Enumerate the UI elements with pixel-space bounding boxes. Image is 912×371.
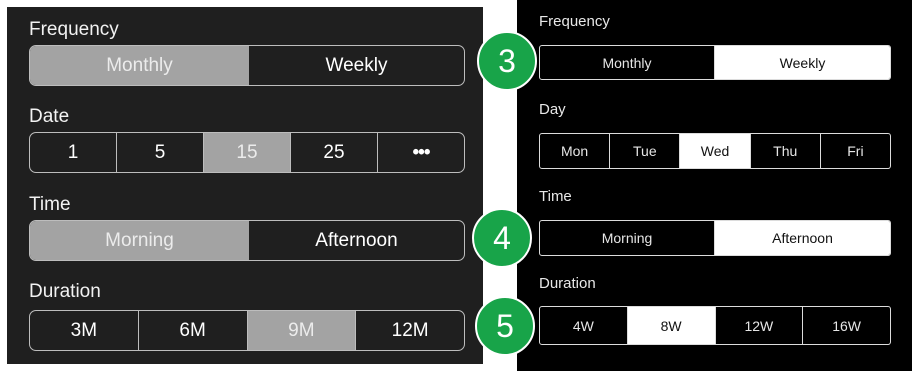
time-option-morning[interactable]: Morning [540, 221, 715, 255]
duration-option-3m[interactable]: 3M [30, 311, 139, 350]
date-more-button[interactable]: ••• [378, 133, 464, 172]
duration-option-12m[interactable]: 12M [356, 311, 464, 350]
frequency-selector: Monthly Weekly [539, 45, 891, 80]
duration-selector: 4W 8W 12W 16W [539, 306, 891, 345]
time-label: Time [29, 194, 71, 215]
time-label: Time [539, 188, 572, 205]
frequency-option-monthly[interactable]: Monthly [540, 46, 715, 79]
step-badge-3: 3 [477, 31, 537, 91]
day-option-wed[interactable]: Wed [680, 134, 751, 168]
time-option-afternoon[interactable]: Afternoon [249, 221, 464, 260]
weekly-schedule-panel: Frequency Monthly Weekly Day Mon Tue Wed… [517, 0, 912, 371]
frequency-option-weekly[interactable]: Weekly [249, 46, 464, 85]
day-option-thu[interactable]: Thu [751, 134, 821, 168]
frequency-selector: Monthly Weekly [29, 45, 465, 86]
duration-option-8w[interactable]: 8W [627, 307, 716, 344]
date-option-15[interactable]: 15 [204, 133, 291, 172]
duration-option-16w[interactable]: 16W [803, 307, 890, 344]
date-option-25[interactable]: 25 [291, 133, 378, 172]
frequency-option-weekly[interactable]: Weekly [715, 46, 890, 79]
duration-selector: 3M 6M 9M 12M [29, 310, 465, 351]
day-option-tue[interactable]: Tue [610, 134, 681, 168]
date-option-5[interactable]: 5 [117, 133, 204, 172]
frequency-label: Frequency [539, 13, 610, 30]
day-label: Day [539, 101, 566, 118]
time-option-afternoon[interactable]: Afternoon [715, 221, 890, 255]
time-selector: Morning Afternoon [29, 220, 465, 261]
day-option-mon[interactable]: Mon [540, 134, 611, 168]
duration-option-9m[interactable]: 9M [247, 311, 357, 350]
date-selector: 1 5 15 25 ••• [29, 132, 465, 173]
duration-option-4w[interactable]: 4W [540, 307, 628, 344]
duration-label: Duration [539, 275, 596, 292]
date-label: Date [29, 106, 70, 127]
frequency-option-monthly[interactable]: Monthly [30, 46, 249, 85]
day-selector: Mon Tue Wed Thu Fri [539, 133, 891, 169]
step-badge-4: 4 [472, 208, 532, 268]
date-option-1[interactable]: 1 [30, 133, 117, 172]
duration-option-6m[interactable]: 6M [139, 311, 248, 350]
monthly-schedule-panel: Frequency Monthly Weekly Date 1 5 15 25 … [7, 7, 483, 364]
time-selector: Morning Afternoon [539, 220, 891, 256]
duration-option-12w[interactable]: 12W [716, 307, 804, 344]
duration-label: Duration [29, 281, 101, 302]
frequency-label: Frequency [29, 19, 119, 40]
step-badge-5: 5 [475, 296, 535, 356]
time-option-morning[interactable]: Morning [30, 221, 249, 260]
day-option-fri[interactable]: Fri [821, 134, 890, 168]
